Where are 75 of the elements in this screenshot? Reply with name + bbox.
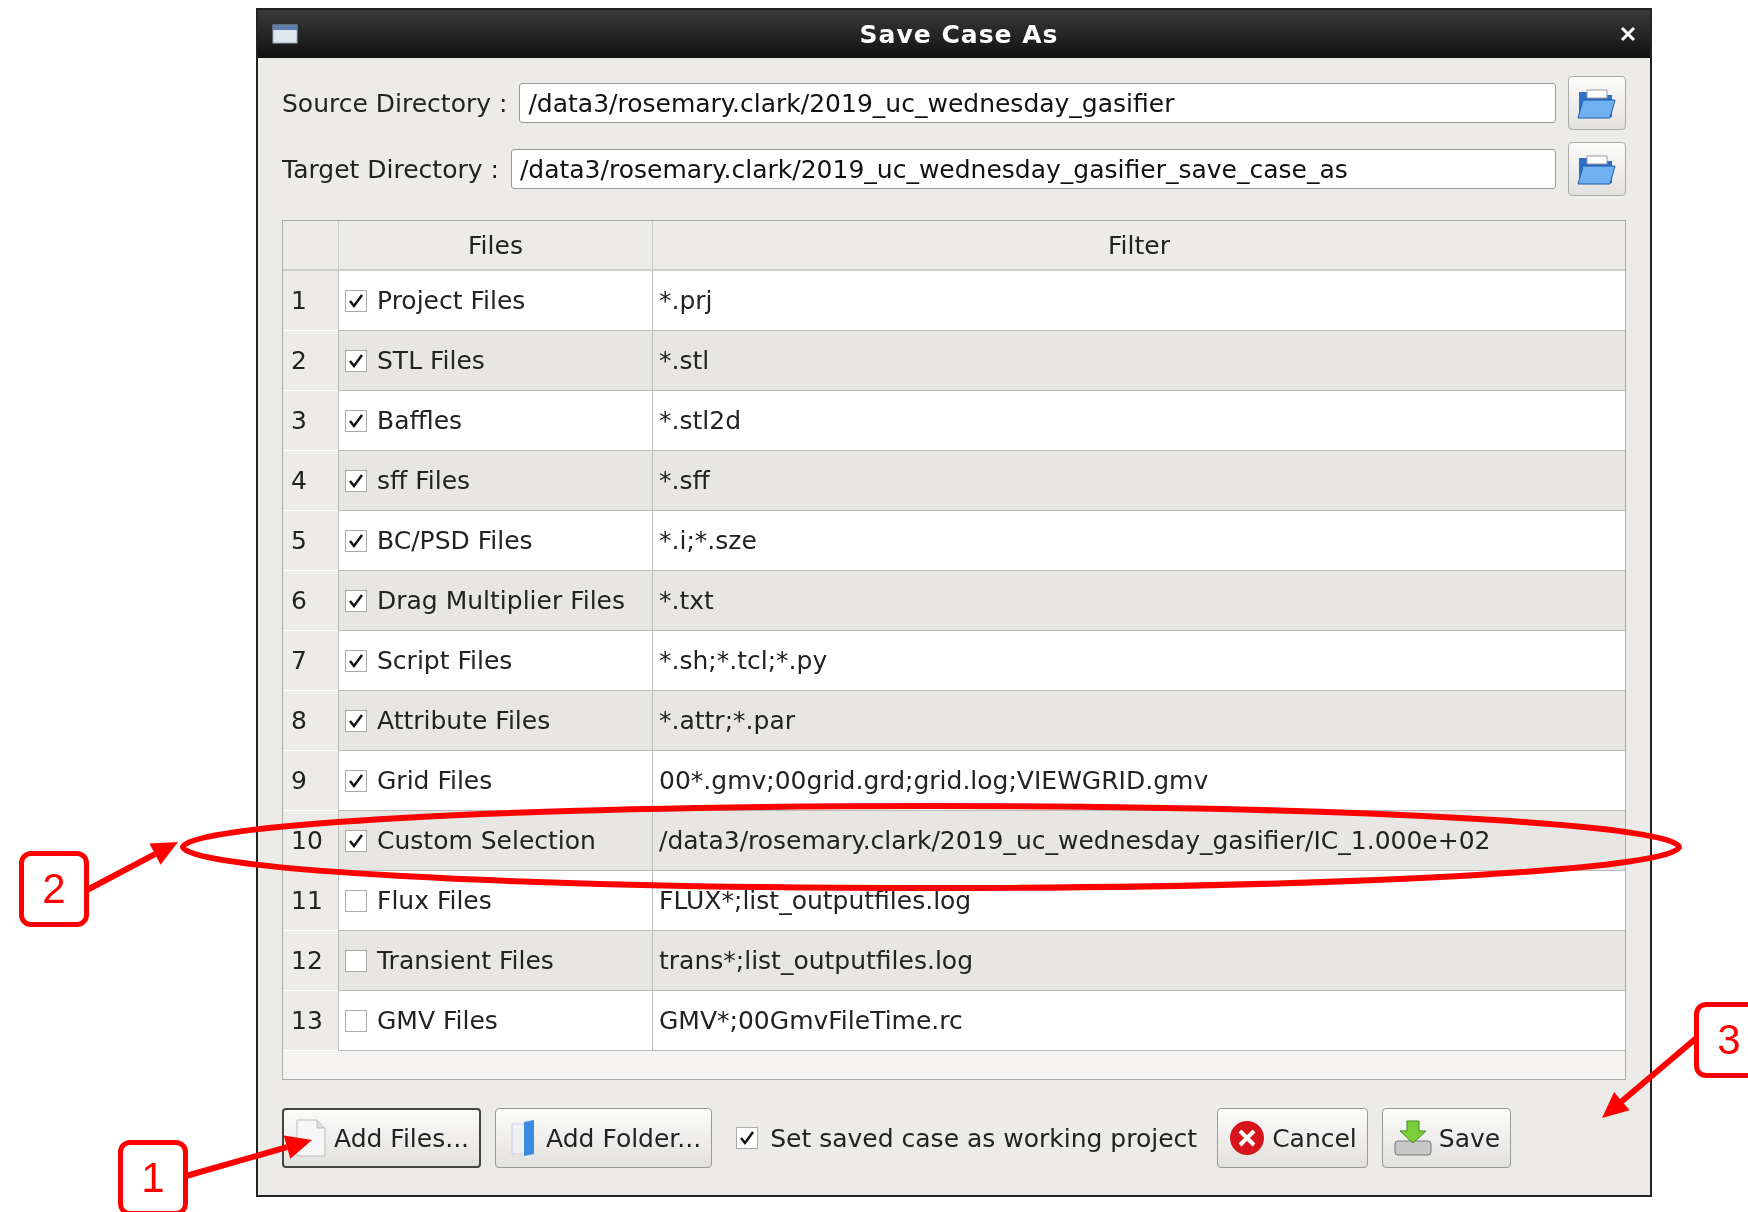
row-number: 12 [283, 931, 338, 991]
callout-number: 1 [118, 1140, 188, 1212]
checkbox[interactable] [345, 589, 367, 612]
browse-button[interactable] [1568, 76, 1626, 130]
row-number: 6 [283, 571, 338, 631]
row-number: 7 [283, 631, 338, 691]
row-number: 13 [283, 991, 338, 1051]
row-number: 5 [283, 511, 338, 571]
checkbox[interactable] [345, 289, 367, 312]
row-number: 2 [283, 331, 338, 391]
field-label: Target Directory : [282, 154, 499, 184]
filter-cell: GMV*;00GmvFileTime.rc [652, 991, 1625, 1051]
file-type-name: Custom Selection [377, 826, 596, 855]
file-type-name: Drag Multiplier Files [377, 586, 625, 615]
checkbox[interactable] [345, 349, 367, 372]
directory-field[interactable]: /data3/rosemary.clark/2019_uc_wednesday_gasifier [519, 83, 1556, 123]
save-icon [1392, 1119, 1433, 1157]
checkbox[interactable] [345, 469, 367, 492]
filter-cell: *.sh;*.tcl;*.py [652, 631, 1625, 691]
window-title: Save Case As [858, 19, 1060, 49]
add-files-button[interactable]: Add Files... [282, 1108, 482, 1168]
cancel-button[interactable]: Cancel [1217, 1108, 1368, 1168]
directory-field[interactable]: /data3/rosemary.clark/2019_uc_wednesday_gasifier_save_case_as [510, 149, 1556, 189]
filter-cell: *.stl2d [652, 391, 1625, 451]
row-number: 3 [283, 391, 338, 451]
filter-cell: 00*.gmv;00grid.grd;grid.log;VIEWGRID.gmv [652, 751, 1625, 811]
field-label: Source Directory : [282, 88, 508, 118]
checkbox[interactable] [345, 769, 367, 792]
row-number: 8 [283, 691, 338, 751]
folder-icon [1577, 152, 1617, 186]
window-icon [272, 24, 298, 44]
callout-number: 2 [19, 851, 89, 927]
row-number: 4 [283, 451, 338, 511]
file-type-name: Attribute Files [377, 706, 551, 735]
filter-cell: *.sff [652, 451, 1625, 511]
folder-icon [1577, 86, 1617, 120]
filter-cell: *.prj [652, 271, 1625, 331]
checkbox[interactable] [345, 829, 367, 852]
column-header[interactable]: Files [338, 221, 652, 269]
filter-cell: FLUX*;list_outputfiles.log [652, 871, 1625, 931]
close-icon[interactable] [1620, 26, 1636, 42]
checkbox[interactable] [345, 949, 367, 972]
filter-cell: *.stl [652, 331, 1625, 391]
file-type-name: BC/PSD Files [377, 526, 533, 555]
row-number: 11 [283, 871, 338, 931]
file-type-name: STL Files [377, 346, 485, 375]
checkbox-label: Set saved case as working project [770, 1123, 1198, 1153]
file-type-name: Baffles [377, 406, 463, 435]
add-folder-button[interactable]: Add Folder... [495, 1108, 713, 1168]
file-type-name: Grid Files [377, 766, 493, 795]
checkbox[interactable] [345, 1009, 367, 1032]
browse-button[interactable] [1568, 142, 1626, 196]
file-type-name: Flux Files [377, 886, 492, 915]
checkbox[interactable] [345, 889, 367, 912]
checkbox[interactable] [345, 649, 367, 672]
checkbox[interactable] [345, 709, 367, 732]
filter-cell: /data3/rosemary.clark/2019_uc_wednesday_gasifier/IC_1.000e+02 [652, 811, 1625, 871]
file-type-name: Transient Files [377, 946, 554, 975]
checkbox[interactable] [736, 1127, 759, 1149]
row-number: 1 [283, 271, 338, 331]
checkbox[interactable] [345, 529, 367, 552]
filter-cell: *.i;*.sze [652, 511, 1625, 571]
filter-cell: *.attr;*.par [652, 691, 1625, 751]
cancel-icon [1228, 1119, 1267, 1157]
save-button[interactable]: Save [1381, 1108, 1512, 1168]
column-header[interactable]: Filter [652, 221, 1625, 269]
file-type-name: Script Files [377, 646, 513, 675]
row-number: 9 [283, 751, 338, 811]
file-type-name: sff Files [377, 466, 471, 495]
filter-cell: *.txt [652, 571, 1625, 631]
checkbox[interactable] [345, 409, 367, 432]
callout-number: 3 [1694, 1002, 1748, 1078]
file-type-name: Project Files [377, 286, 526, 315]
filter-cell: trans*;list_outputfiles.log [652, 931, 1625, 991]
file-type-name: GMV Files [377, 1006, 498, 1035]
